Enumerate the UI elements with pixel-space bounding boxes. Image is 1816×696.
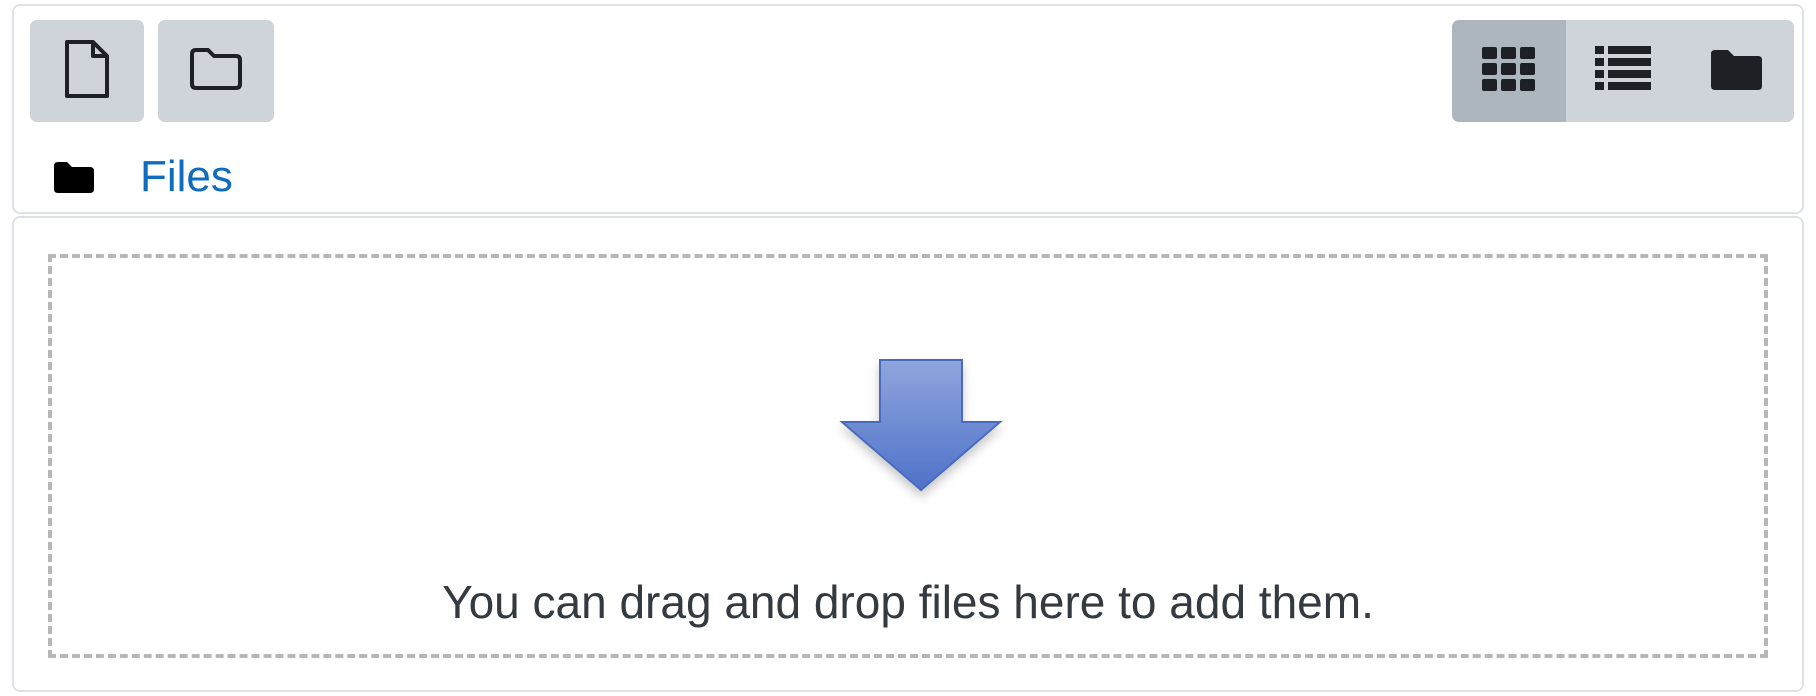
down-arrow-icon bbox=[832, 358, 1012, 508]
file-manager-toolbar: Files bbox=[12, 4, 1804, 214]
folder-tree-icon bbox=[1711, 48, 1763, 95]
breadcrumb-files-link[interactable]: Files bbox=[140, 152, 233, 202]
grid-icon bbox=[1482, 46, 1536, 96]
view-icons-button[interactable] bbox=[1452, 20, 1566, 122]
view-mode-switcher bbox=[1452, 20, 1794, 122]
file-manager: Files You can drag and drop files here t… bbox=[0, 0, 1816, 696]
view-list-button[interactable] bbox=[1566, 20, 1680, 122]
dropzone-message: You can drag and drop files here to add … bbox=[442, 576, 1374, 628]
view-tree-button[interactable] bbox=[1680, 20, 1794, 122]
folder-outline-icon bbox=[188, 46, 244, 97]
add-file-button[interactable] bbox=[30, 20, 144, 122]
file-icon bbox=[63, 39, 111, 104]
list-icon bbox=[1595, 45, 1651, 97]
breadcrumb: Files bbox=[54, 152, 233, 202]
file-dropzone[interactable]: You can drag and drop files here to add … bbox=[48, 254, 1768, 658]
create-folder-button[interactable] bbox=[158, 20, 274, 122]
file-content-area: You can drag and drop files here to add … bbox=[12, 216, 1804, 692]
folder-icon bbox=[54, 160, 94, 194]
